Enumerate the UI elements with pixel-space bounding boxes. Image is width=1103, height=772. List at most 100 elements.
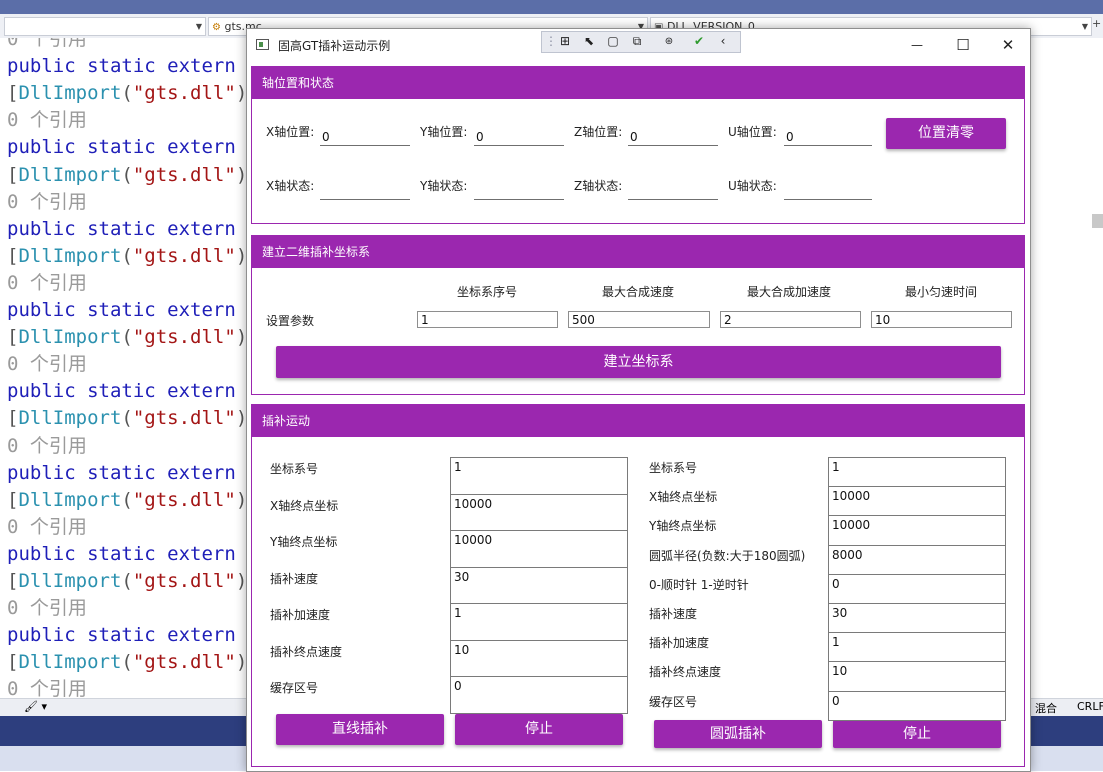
title-bar[interactable]: 固高GT插补运动示例 ⋮ ⊞ ⬉ ▢ ⧉ ⊛ ✔ ‹ — ☐ ✕ xyxy=(247,29,1030,61)
code-reference-hint[interactable]: 0 个引用 xyxy=(7,38,87,53)
u-pos-field[interactable]: 0 xyxy=(784,126,872,146)
reset-position-button[interactable]: 位置清零 xyxy=(886,118,1006,149)
arc-param-input[interactable]: 10000 xyxy=(828,515,1006,546)
status-tools-icon[interactable]: 🖌 ▾ xyxy=(24,700,47,713)
collapse-toolbar-icon[interactable]: ‹ xyxy=(714,33,732,50)
x-state-label: X轴状态: xyxy=(266,179,315,193)
editor-right-margin xyxy=(1027,38,1103,698)
code-declaration: public static extern xyxy=(7,461,236,484)
maximize-button[interactable]: ☐ xyxy=(943,33,983,57)
select-element-icon[interactable]: ⬉ xyxy=(580,33,598,50)
arc-param-label: 0-顺时针 1-逆时针 xyxy=(649,577,749,592)
line-param-input[interactable]: 1 xyxy=(450,603,628,641)
code-attribute: [DllImport("gts.dll")] xyxy=(7,326,250,349)
ide-top-strip xyxy=(0,0,1103,14)
split-icon[interactable]: + xyxy=(1092,17,1101,30)
stop-arc-button[interactable]: 停止 xyxy=(833,720,1001,748)
line-param-input[interactable]: 0 xyxy=(450,676,628,714)
code-reference-hint[interactable]: 0 个引用 xyxy=(7,351,87,378)
set-params-label: 设置参数 xyxy=(266,314,315,328)
code-declaration: public static extern xyxy=(7,299,236,321)
y-state-field xyxy=(474,180,564,200)
code-attribute: [DllImport("gts.dll")] xyxy=(7,570,250,592)
code-attribute: [DllImport("gts.dll")] xyxy=(7,651,250,674)
arc-param-input[interactable]: 30 xyxy=(828,603,1006,634)
arc-param-label: 缓存区号 xyxy=(649,694,698,709)
arc-param-input[interactable]: 0 xyxy=(828,690,1006,721)
chevron-down-icon: ▼ xyxy=(195,22,202,31)
arc-interp-button[interactable]: 圆弧插补 xyxy=(654,720,822,748)
line-param-label: 缓存区号 xyxy=(270,681,319,695)
hot-reload-check-icon[interactable]: ✔ xyxy=(690,33,708,50)
y-state-label: Y轴状态: xyxy=(420,179,468,193)
status-crlf[interactable]: CRLF xyxy=(1077,700,1103,713)
z-pos-label: Z轴位置: xyxy=(574,125,623,139)
close-button[interactable]: ✕ xyxy=(988,33,1028,57)
app-window: 固高GT插补运动示例 ⋮ ⊞ ⬉ ▢ ⧉ ⊛ ✔ ‹ — ☐ ✕ 轴位置和状态 … xyxy=(246,28,1031,772)
line-param-label: 插补速度 xyxy=(270,571,319,586)
code-declaration: public static extern xyxy=(7,624,236,647)
project-icon: ⚙ xyxy=(212,22,221,33)
code-reference-hint[interactable]: 0 个引用 xyxy=(7,595,87,622)
x-state-field xyxy=(320,180,410,200)
u-state-label: U轴状态: xyxy=(728,179,777,193)
interp-motion-group: 插补运动 直线插补 停止 圆弧插补 停止 坐标系号 1 X轴终点坐标 10000 Y轴终… xyxy=(251,404,1025,767)
max-acc-input[interactable]: 2 xyxy=(720,311,861,328)
code-reference-hint[interactable]: 0 个引用 xyxy=(7,189,87,216)
line-param-input[interactable]: 30 xyxy=(450,566,628,604)
stop-line-button[interactable]: 停止 xyxy=(455,714,623,745)
x-pos-label: X轴位置: xyxy=(266,125,315,139)
arc-param-input[interactable]: 10 xyxy=(828,661,1006,692)
coord-system-group: 建立二维插补坐标系 坐标系序号 最大合成速度 最大合成加速度 最小匀速时间 设置… xyxy=(251,235,1025,395)
z-state-label: Z轴状态: xyxy=(574,179,623,193)
x-pos-field[interactable]: 0 xyxy=(320,126,410,146)
line-param-label: Y轴终点坐标 xyxy=(270,535,338,549)
line-param-input[interactable]: 1 xyxy=(450,457,628,495)
arc-param-input[interactable]: 1 xyxy=(828,632,1006,663)
arc-param-input[interactable]: 10000 xyxy=(828,486,1006,517)
arc-param-label: 插补加速度 xyxy=(649,636,710,651)
code-reference-hint[interactable]: 0 个引用 xyxy=(7,514,87,541)
code-reference-hint[interactable]: 0 个引用 xyxy=(7,107,87,134)
arc-param-input[interactable]: 8000 xyxy=(828,544,1006,575)
min-const-time-input[interactable]: 10 xyxy=(871,311,1012,328)
y-pos-field[interactable]: 0 xyxy=(474,126,564,146)
line-param-input[interactable]: 10 xyxy=(450,639,628,677)
status-line-ending-mode[interactable]: 混合 xyxy=(1035,700,1057,716)
z-state-field xyxy=(628,180,718,200)
max-speed-input[interactable]: 500 xyxy=(568,311,710,328)
line-interp-button[interactable]: 直线插补 xyxy=(276,714,444,745)
build-coord-button[interactable]: 建立坐标系 xyxy=(276,346,1001,378)
type-combo[interactable]: ▼ xyxy=(4,17,206,36)
line-param-input[interactable]: 10000 xyxy=(450,530,628,568)
coord-system-header: 建立二维插补坐标系 xyxy=(252,236,1024,268)
display-adorner-icon[interactable]: ▢ xyxy=(604,33,622,50)
track-focus-icon[interactable]: ⧉ xyxy=(628,33,646,50)
line-param-input[interactable]: 10000 xyxy=(450,493,628,531)
minimize-button[interactable]: — xyxy=(897,33,937,57)
arc-param-input[interactable]: 1 xyxy=(828,457,1006,488)
live-tree-icon[interactable]: ⊞ xyxy=(556,33,574,50)
axis-status-header: 轴位置和状态 xyxy=(252,67,1024,99)
coord-index-header: 坐标系序号 xyxy=(457,285,518,299)
u-pos-label: U轴位置: xyxy=(728,125,777,139)
code-reference-hint[interactable]: 0 个引用 xyxy=(7,433,87,460)
coord-index-input[interactable]: 1 xyxy=(417,311,558,328)
z-pos-field[interactable]: 0 xyxy=(628,126,718,146)
code-reference-hint[interactable]: 0 个引用 xyxy=(7,676,87,698)
code-attribute: [DllImport("gts.dll")] xyxy=(7,488,250,511)
editor-scrollbar-thumb[interactable] xyxy=(1092,214,1103,228)
code-editor[interactable]: 0 个引用 public static extern [DllImport("gts… xyxy=(0,38,250,698)
binding-failures-icon[interactable]: ⊛ xyxy=(660,33,678,50)
arc-param-input[interactable]: 0 xyxy=(828,573,1006,604)
code-attribute: [DllImport("gts.dll")] xyxy=(7,244,250,267)
window-title: 固高GT插补运动示例 xyxy=(278,39,391,53)
arc-param-label: 坐标系号 xyxy=(649,461,698,475)
u-state-field xyxy=(784,180,872,200)
arc-param-label: 圆弧半径(负数:大于180圆弧) xyxy=(649,548,806,563)
code-reference-hint[interactable]: 0 个引用 xyxy=(7,270,87,297)
axis-status-group: 轴位置和状态 X轴位置: 0 Y轴位置: 0 Z轴位置: 0 U轴位置: 0 位… xyxy=(251,66,1025,224)
max-acc-header: 最大合成加速度 xyxy=(747,285,832,299)
arc-param-label: Y轴终点坐标 xyxy=(649,519,717,534)
code-declaration: public static extern xyxy=(7,136,236,159)
